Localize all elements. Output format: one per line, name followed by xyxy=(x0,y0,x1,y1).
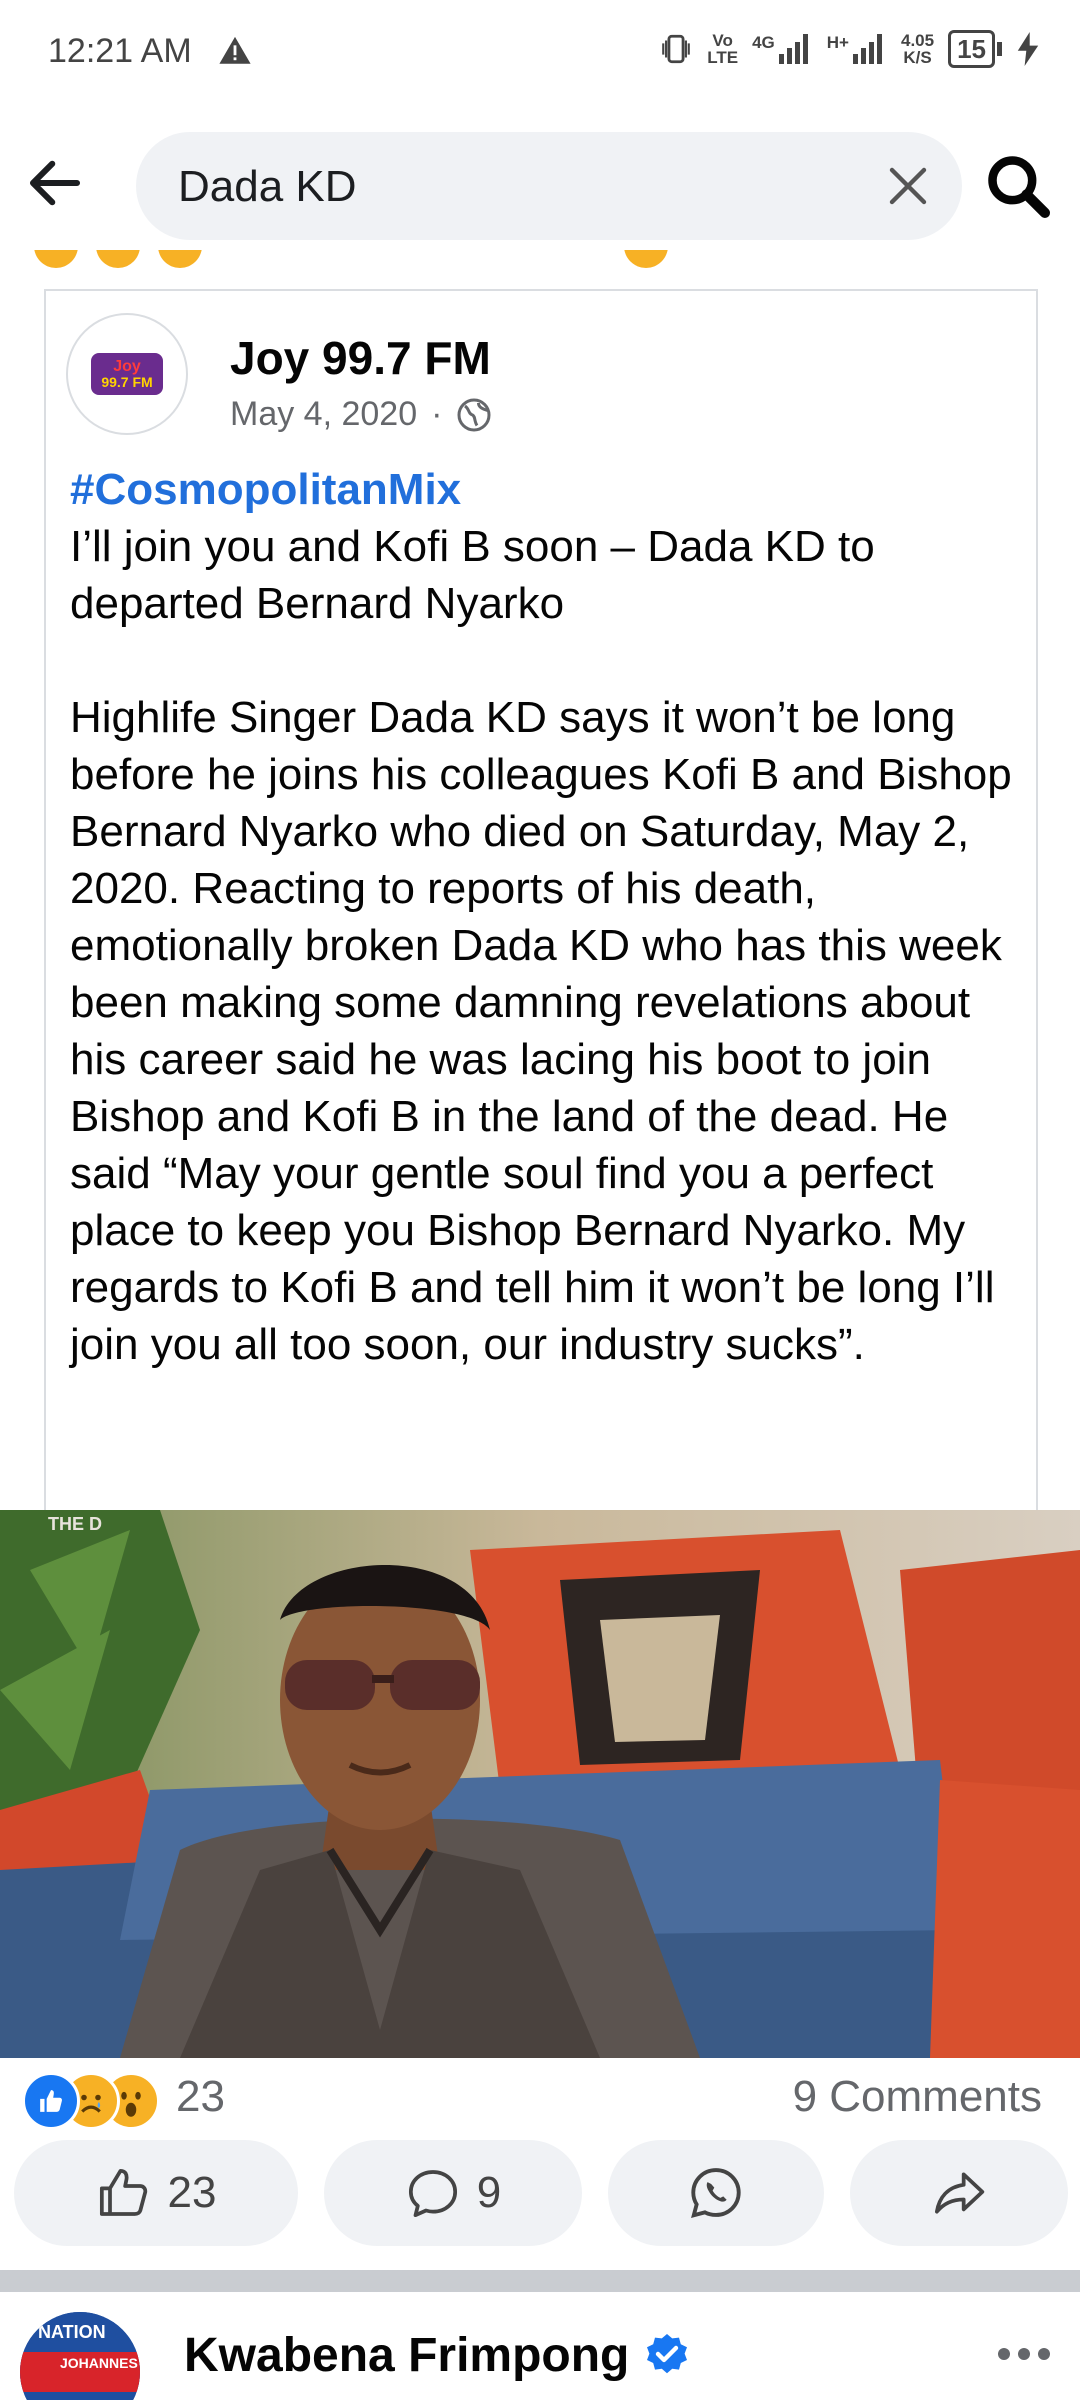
vibrate-icon xyxy=(662,34,691,64)
next-post-header: NATION JOHANNES Kwabena Frimpong xyxy=(0,2292,1080,2400)
search-input[interactable] xyxy=(176,132,820,242)
battery-indicator: 15 xyxy=(948,30,1002,68)
post-date[interactable]: May 4, 2020 xyxy=(230,395,417,434)
image-watermark: THE D xyxy=(48,1514,102,1534)
author-avatar[interactable]: NATION JOHANNES xyxy=(20,2312,140,2400)
battery-level: 15 xyxy=(948,30,995,68)
feed-divider xyxy=(0,2270,1080,2292)
post-text: #CosmopolitanMix I’ll join you and Kofi … xyxy=(70,461,1020,1373)
search-bar[interactable] xyxy=(136,132,962,242)
volte-indicator: Vo LTE xyxy=(707,31,739,67)
dada-kd-photo: THE D xyxy=(0,1510,1080,2058)
share-arrow-icon xyxy=(934,2172,985,2214)
battery-tip xyxy=(997,42,1002,56)
back-arrow-icon[interactable] xyxy=(22,150,88,216)
comment-count: 9 xyxy=(476,2168,502,2217)
reaction-icons[interactable] xyxy=(22,2072,172,2130)
share-button[interactable] xyxy=(850,2140,1068,2246)
post-image[interactable]: THE D xyxy=(0,1510,1080,2058)
warning-icon xyxy=(219,36,251,64)
signal-4g: 4G xyxy=(752,34,813,64)
status-icons: Vo LTE 4G H+ 4.05 K/S 15 xyxy=(659,30,1040,68)
meta-separator: · xyxy=(431,395,443,433)
signal-bars-icon xyxy=(778,34,808,64)
search-header xyxy=(0,120,1080,246)
svg-text:JOHANNES: JOHANNES xyxy=(60,2355,138,2371)
post-meta: May 4, 2020 · xyxy=(230,395,492,434)
reaction-emoji xyxy=(624,250,668,268)
search-icon[interactable] xyxy=(984,152,1052,220)
author-name[interactable]: Kwabena Frimpong xyxy=(184,2328,691,2383)
reaction-emoji xyxy=(96,250,140,268)
like-count: 23 xyxy=(167,2168,217,2217)
more-options-icon[interactable] xyxy=(994,2344,1054,2364)
status-bar: 12:21 AM Vo LTE 4G H+ 4.05 K/S 15 xyxy=(0,0,1080,110)
network-speed: 4.05 K/S xyxy=(900,31,935,67)
thumbs-up-icon xyxy=(99,2168,147,2216)
post-body: Highlife Singer Dada KD says it won’t be… xyxy=(70,693,1012,1369)
comments-count-link[interactable]: 9 Comments xyxy=(793,2072,1042,2122)
verified-badge-icon xyxy=(647,2333,688,2373)
signal-bars-icon xyxy=(852,34,882,64)
clear-icon[interactable] xyxy=(884,162,932,210)
page-avatar[interactable]: Joy 99.7 FM xyxy=(66,313,188,435)
charging-icon xyxy=(1017,32,1039,66)
status-time: 12:21 AM xyxy=(48,32,192,70)
comment-bubble-icon xyxy=(408,2170,457,2218)
reaction-emoji xyxy=(34,250,78,268)
hashtag-link[interactable]: #CosmopolitanMix xyxy=(70,461,1020,518)
post-actions: 23 9 xyxy=(0,2140,1080,2250)
reaction-emoji xyxy=(158,250,202,268)
like-button[interactable]: 23 xyxy=(14,2140,298,2246)
page-name[interactable]: Joy 99.7 FM xyxy=(230,331,491,385)
signal-hplus: H+ xyxy=(827,34,887,64)
joy-fm-logo: Joy 99.7 FM xyxy=(91,353,163,395)
post-card: Joy 99.7 FM Joy 99.7 FM May 4, 2020 · #C… xyxy=(44,289,1038,1511)
like-reaction-icon xyxy=(22,2072,80,2130)
reactions-row: 23 9 Comments xyxy=(0,2062,1080,2136)
svg-text:NATION: NATION xyxy=(38,2322,106,2342)
globe-icon xyxy=(457,398,491,431)
whatsapp-share-button[interactable] xyxy=(608,2140,824,2246)
post-headline: I’ll join you and Kofi B soon – Dada KD … xyxy=(70,522,875,628)
whatsapp-icon xyxy=(691,2168,741,2218)
comment-button[interactable]: 9 xyxy=(324,2140,582,2246)
reaction-count[interactable]: 23 xyxy=(176,2072,225,2122)
